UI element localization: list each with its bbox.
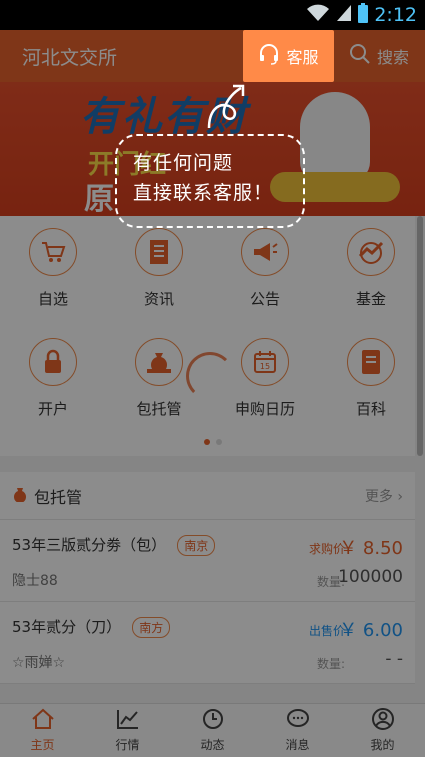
tip-bubble: 有任何问题 直接联系客服！: [115, 134, 305, 228]
signal-icon: [336, 4, 352, 26]
wifi-icon: [306, 4, 330, 26]
tip-line-1: 有任何问题: [133, 152, 234, 174]
customer-service-button[interactable]: 客服: [243, 30, 334, 82]
battery-icon: [358, 3, 369, 27]
status-bar: 2:12: [0, 0, 425, 30]
status-time: 2:12: [374, 4, 417, 26]
headset-icon: [258, 43, 280, 69]
curved-arrow-icon: [205, 82, 249, 138]
tip-line-2: 直接联系客服！: [133, 182, 274, 204]
customer-service-label: 客服: [286, 48, 319, 67]
